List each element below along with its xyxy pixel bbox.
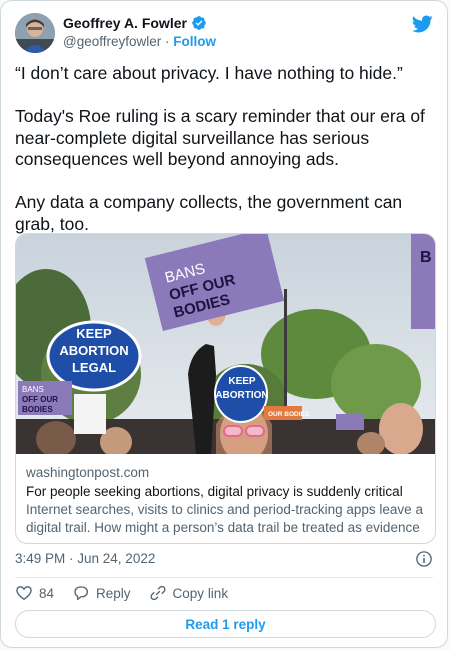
read-replies-button[interactable]: Read 1 reply: [15, 610, 436, 638]
link-preview-card[interactable]: BANS OFF OUR BODIES B KEEP ABORTION LEGA…: [15, 233, 436, 544]
photo-sign-text: LEGAL: [72, 360, 116, 375]
info-icon[interactable]: [415, 550, 433, 568]
link-title[interactable]: For people seeking abortions, digital pr…: [26, 484, 426, 499]
tweet-paragraph: Any data a company collects, the governm…: [15, 192, 403, 234]
photo-sign-text: ABORTION: [59, 343, 128, 358]
heart-icon: [16, 586, 32, 601]
link-card-meta: washingtonpost.com For people seeking ab…: [26, 465, 426, 543]
avatar[interactable]: [15, 13, 55, 53]
tweet-text: “I don’t care about privacy. I have noth…: [15, 63, 425, 257]
photo-sign-text: BODIES: [22, 405, 53, 414]
twitter-bird-icon[interactable]: [411, 13, 433, 35]
tweet-timestamp[interactable]: 3:49 PM · Jun 24, 2022: [15, 551, 155, 566]
article-photo[interactable]: BANS OFF OUR BODIES B KEEP ABORTION LEGA…: [16, 234, 436, 454]
link-domain: washingtonpost.com: [26, 465, 150, 480]
verified-badge-icon: [192, 16, 206, 30]
author-name-row[interactable]: Geoffrey A. Fowler: [63, 15, 207, 31]
link-icon: [150, 585, 166, 601]
copy-link-label: Copy link: [172, 585, 229, 601]
photo-sign-text: OFF OUR: [22, 395, 58, 404]
author-handle-row: @geoffreyfowler · Follow: [63, 34, 216, 49]
photo-sign-text: B: [420, 249, 432, 266]
like-button[interactable]: 84: [15, 584, 54, 602]
reply-button[interactable]: Reply: [72, 584, 131, 602]
reply-label: Reply: [96, 585, 131, 601]
separator-dot: ·: [165, 34, 170, 49]
author-name[interactable]: Geoffrey A. Fowler: [63, 15, 187, 31]
tweet-card: Geoffrey A. Fowler @geoffreyfowler · Fol…: [0, 0, 448, 648]
tweet-paragraph: Today's Roe ruling is a scary reminder t…: [15, 106, 425, 169]
follow-button[interactable]: Follow: [173, 34, 216, 49]
action-bar: 84 Reply Copy link: [15, 584, 246, 602]
photo-sign-text: OUR BODIES: [268, 411, 310, 418]
reply-bubble-icon: [74, 586, 89, 601]
link-description: Internet searches, visits to clinics and…: [26, 502, 423, 543]
copy-link-button[interactable]: Copy link: [149, 584, 229, 602]
photo-sign-text: BANS: [22, 385, 44, 394]
author-handle[interactable]: @geoffreyfowler: [63, 34, 161, 49]
divider: [15, 577, 433, 578]
tweet-paragraph: “I don’t care about privacy. I have noth…: [15, 63, 403, 83]
photo-sign-text: KEEP: [76, 326, 112, 341]
photo-sign-text: ABORTION: [215, 390, 268, 401]
photo-sign-text: KEEP: [228, 376, 256, 387]
like-count: 84: [39, 585, 55, 601]
